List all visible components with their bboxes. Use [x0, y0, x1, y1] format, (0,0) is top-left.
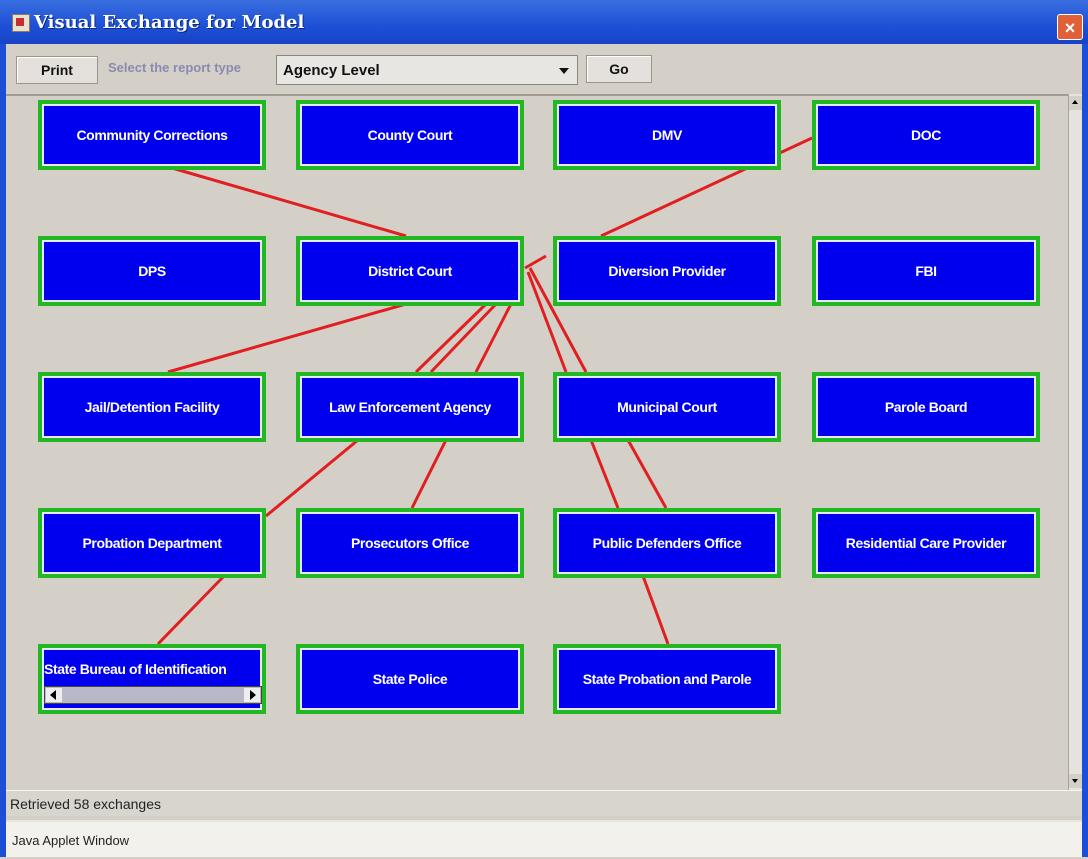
agency-node-doc[interactable]: DOC — [812, 100, 1040, 170]
go-button[interactable]: Go — [586, 55, 652, 83]
status-bar: Retrieved 58 exchanges — [6, 790, 1082, 816]
agency-node-probation-department[interactable]: Probation Department — [38, 508, 266, 578]
window-title: Visual Exchange for Model — [34, 12, 305, 33]
link-district-court-law-enf-2 — [429, 302, 498, 374]
window-frame-right — [1082, 44, 1088, 857]
agency-node-prosecutors-office[interactable]: Prosecutors Office — [296, 508, 524, 578]
agency-node-label: State Bureau of Identification — [44, 661, 227, 677]
applet-window-label: Java Applet Window — [6, 820, 1082, 857]
agency-node-dps[interactable]: DPS — [38, 236, 266, 306]
toolbar: Print Select the report type Agency Leve… — [6, 44, 1082, 94]
scroll-down-icon[interactable] — [1069, 774, 1082, 788]
agency-node-fbi[interactable]: FBI — [812, 236, 1040, 306]
scroll-left-icon[interactable] — [46, 688, 62, 702]
report-type-select[interactable]: Agency Level — [276, 55, 578, 85]
close-button[interactable]: × — [1057, 14, 1083, 40]
agency-node-dmv[interactable]: DMV — [553, 100, 781, 170]
agency-node-parole-board[interactable]: Parole Board — [812, 372, 1040, 442]
agency-node-municipal-court[interactable]: Municipal Court — [553, 372, 781, 442]
agency-node-public-defenders-office[interactable]: Public Defenders Office — [553, 508, 781, 578]
link-law-enf-probation — [265, 438, 359, 518]
agency-node-community-corrections[interactable]: Community Corrections — [38, 100, 266, 170]
scroll-right-icon[interactable] — [244, 688, 260, 702]
link-district-court-law-enf-3 — [474, 303, 513, 373]
link-diversion-district-court — [524, 254, 547, 270]
agency-node-state-bureau-of-identification[interactable]: State Bureau of Identification — [38, 644, 266, 714]
link-public-defenders-state-probation — [641, 575, 670, 645]
scroll-up-icon[interactable] — [1069, 96, 1082, 110]
link-district-court-jail — [167, 302, 407, 374]
dropdown-arrow-icon[interactable] — [559, 68, 569, 74]
link-municipal-public-defenders-2 — [626, 439, 668, 509]
report-type-label: Select the report type — [108, 60, 241, 75]
node-horizontal-scrollbar[interactable] — [44, 686, 262, 704]
report-type-value: Agency Level — [283, 62, 380, 79]
agency-node-district-court[interactable]: District Court — [296, 236, 524, 306]
agency-node-state-probation-and-parole[interactable]: State Probation and Parole — [553, 644, 781, 714]
link-probation-sbi — [156, 574, 226, 646]
agency-node-diversion-provider[interactable]: Diversion Provider — [553, 236, 781, 306]
link-law-enf-prosecutors — [410, 439, 448, 509]
agency-node-residential-care-provider[interactable]: Residential Care Provider — [812, 508, 1040, 578]
java-applet-icon — [12, 14, 30, 32]
exchange-diagram: Community Corrections County Court DMV D… — [6, 94, 1068, 792]
agency-node-county-court[interactable]: County Court — [296, 100, 524, 170]
link-district-court-law-enf-1 — [414, 302, 488, 374]
agency-node-state-police[interactable]: State Police — [296, 644, 524, 714]
title-bar: Visual Exchange for Model × — [0, 0, 1088, 44]
agency-node-law-enforcement-agency[interactable]: Law Enforcement Agency — [296, 372, 524, 442]
link-municipal-public-defenders-1 — [589, 439, 620, 509]
diagram-vertical-scrollbar[interactable] — [1068, 94, 1082, 790]
link-community-corrections-district-court — [171, 166, 407, 238]
print-button[interactable]: Print — [16, 56, 98, 84]
agency-node-jail-detention-facility[interactable]: Jail/Detention Facility — [38, 372, 266, 442]
